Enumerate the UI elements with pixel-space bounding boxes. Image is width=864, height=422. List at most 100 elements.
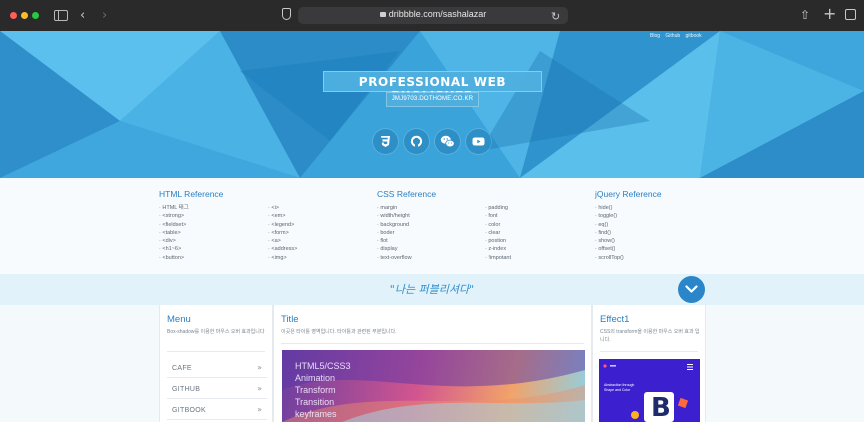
slogan-text: "나는 퍼블리셔다" — [389, 283, 475, 296]
effect-card-description: CSS의 transform을 이용한 마우스 오버 효과 입니다. — [600, 329, 700, 343]
address-bar[interactable]: dribbble.com/sashalazar — [298, 7, 568, 24]
menu-item-gitbook[interactable]: GITBOOK » — [167, 401, 267, 420]
list-item[interactable]: font — [485, 212, 511, 220]
list-item[interactable]: <form> — [268, 229, 297, 237]
list-item[interactable]: HTML 태그 — [159, 204, 188, 212]
close-window-button[interactable] — [10, 12, 17, 19]
menu-item-cafe[interactable]: CAFE » — [167, 359, 267, 378]
feature-image-text: HTML5/CSS3 Animation Transform Transitio… — [295, 360, 351, 420]
sidebar-toggle-icon[interactable] — [54, 10, 68, 21]
hero-title-box: PROFESSIONAL WEB PUOLISHER — [323, 71, 542, 103]
thumbnail-text: Abstraction through Shape and Color — [604, 383, 634, 393]
list-item[interactable]: eq() — [595, 221, 624, 229]
list-item[interactable]: <img> — [268, 254, 297, 262]
menu-item-label: GITBOOK — [172, 407, 206, 414]
list-item[interactable]: <legend> — [268, 221, 297, 229]
url-text: dribbble.com/sashalazar — [388, 9, 487, 19]
css-reference-heading: CSS Reference — [377, 189, 437, 199]
list-item[interactable]: background — [377, 221, 412, 229]
css-reference-list-2: padding font color clear postion z-index… — [485, 204, 511, 262]
share-icon[interactable]: ⇧ — [800, 7, 810, 24]
list-item[interactable]: show() — [595, 237, 624, 245]
list-item[interactable]: z-index — [485, 245, 511, 253]
scroll-down-button[interactable] — [678, 276, 705, 303]
list-item[interactable]: !impotant — [485, 254, 511, 262]
list-item[interactable]: scrollTop() — [595, 254, 623, 262]
list-item[interactable]: hide() — [595, 204, 624, 212]
link-blog[interactable]: Blog — [650, 33, 660, 39]
list-item[interactable]: <a> — [268, 237, 297, 245]
feature-line: Transform — [295, 385, 336, 395]
list-item[interactable]: display — [377, 245, 412, 253]
list-item[interactable]: <strong> — [159, 212, 189, 220]
back-icon[interactable]: ‹ — [80, 7, 85, 24]
double-chevron-right-icon: » — [257, 384, 262, 393]
list-item[interactable]: <table> — [159, 229, 189, 237]
list-item[interactable]: toggle() — [595, 212, 624, 220]
css3-link[interactable] — [373, 129, 398, 154]
divider — [600, 351, 698, 352]
hero-subtitle: JMJ9703.DOTHOME.CO.KR — [391, 96, 474, 102]
list-item[interactable]: flot — [377, 237, 412, 245]
feature-line: keyframes — [295, 409, 337, 419]
github-link[interactable] — [404, 129, 429, 154]
minimize-window-button[interactable] — [21, 12, 28, 19]
list-item[interactable]: postion — [485, 237, 511, 245]
title-card: Title 이곳은 타이틀 영역입니다. 타이틀과 관련된 부분입니다. HTM… — [273, 305, 592, 422]
hero-section: Blog Github gitbook PROFESSIONAL WEB PUO… — [0, 31, 864, 178]
list-item[interactable]: <div> — [159, 237, 189, 245]
double-chevron-right-icon: » — [257, 405, 262, 414]
slogan-band: "나는 퍼블리셔다" — [0, 274, 864, 305]
css3-icon — [381, 136, 390, 147]
github-icon — [410, 135, 423, 148]
jquery-reference-heading: jQuery Reference — [595, 189, 662, 199]
list-item[interactable]: boder — [377, 229, 412, 237]
youtube-link[interactable] — [466, 129, 491, 154]
feature-line: HTML5/CSS3 — [295, 361, 351, 371]
list-item[interactable]: <i> — [268, 204, 297, 212]
browser-toolbar: ‹ › dribbble.com/sashalazar ↻ ⇧ + — [0, 0, 864, 31]
list-item[interactable]: offset() — [595, 245, 624, 253]
reference-section: HTML Reference HTML 태그 <strong> <fieldse… — [0, 178, 864, 274]
menu-item-label: CAFE — [172, 365, 192, 372]
thumbnail-logo-letter: B — [651, 393, 671, 422]
list-item[interactable]: <fieldset> — [159, 221, 189, 229]
link-github[interactable]: Github — [665, 33, 680, 39]
feature-image[interactable]: HTML5/CSS3 Animation Transform Transitio… — [282, 350, 585, 422]
youtube-icon — [472, 137, 485, 146]
html-reference-heading: HTML Reference — [159, 189, 224, 199]
list-item[interactable]: clear — [485, 229, 511, 237]
html-reference-list: HTML 태그 <strong> <fieldset> <table> <div… — [159, 204, 189, 262]
privacy-shield-icon[interactable] — [282, 8, 291, 20]
forward-icon[interactable]: › — [102, 7, 107, 24]
list-item[interactable]: <button> — [159, 254, 189, 262]
title-card-title: Title — [281, 314, 299, 325]
double-chevron-right-icon: » — [257, 363, 262, 372]
thumbnail-line: Shape and Color — [604, 388, 631, 392]
menu-card: Menu Box-shadow를 이용한 마우스 오버 효과입니다 CAFE »… — [159, 305, 273, 422]
wechat-link[interactable] — [435, 129, 460, 154]
css-reference-list: margin width/height background boder flo… — [377, 204, 412, 262]
list-item[interactable]: text-overflow — [377, 254, 411, 262]
list-item[interactable]: padding — [485, 204, 511, 212]
list-item[interactable]: margin — [377, 204, 412, 212]
menu-card-description: Box-shadow를 이용한 마우스 오버 효과입니다 — [167, 329, 265, 335]
effect-card-title: Effect1 — [600, 314, 630, 325]
jquery-reference-list: hide() toggle() eq() find() show() offse… — [595, 204, 624, 262]
link-gitbook[interactable]: gitbook — [686, 33, 702, 39]
list-item[interactable]: <em> — [268, 212, 297, 220]
hero-subtitle-box[interactable]: JMJ9703.DOTHOME.CO.KR — [386, 92, 479, 107]
list-item[interactable]: color — [485, 221, 511, 229]
menu-item-github[interactable]: GITHUB » — [167, 380, 267, 399]
list-item[interactable]: find() — [595, 229, 624, 237]
list-item[interactable]: <address> — [268, 245, 297, 253]
reload-icon[interactable]: ↻ — [551, 8, 560, 25]
list-item[interactable]: width/height — [377, 212, 412, 220]
new-tab-icon[interactable]: + — [823, 5, 836, 22]
effect-card: Effect1 CSS의 transform을 이용한 마우스 오버 효과 입니… — [592, 305, 706, 422]
feature-line: Animation — [295, 373, 336, 383]
zoom-window-button[interactable] — [32, 12, 39, 19]
effect-thumbnail[interactable]: Abstraction through Shape and Color B — [599, 359, 700, 422]
tab-overview-icon[interactable] — [845, 9, 856, 20]
list-item[interactable]: <h1~6> — [159, 245, 189, 253]
